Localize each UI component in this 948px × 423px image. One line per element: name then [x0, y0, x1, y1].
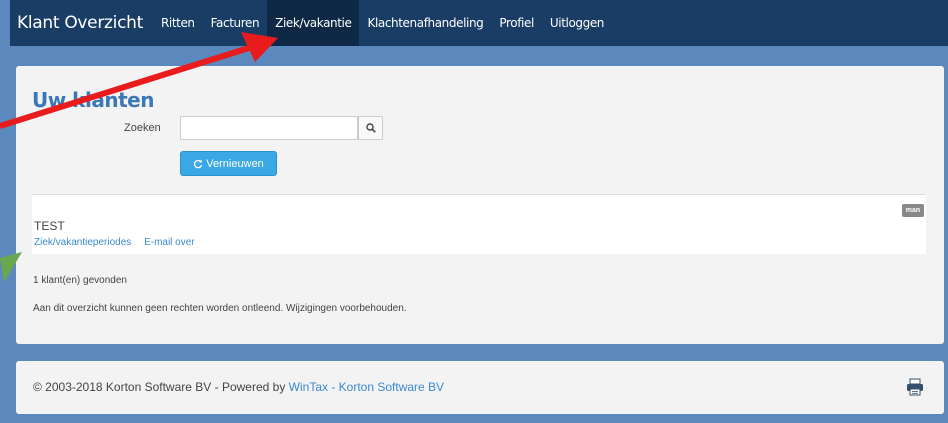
top-navbar: Klant Overzicht Ritten Facturen Ziek/vak… [10, 0, 948, 46]
nav-item-klachtenafhandeling[interactable]: Klachtenafhandeling [359, 0, 491, 46]
page-title: Uw klanten [32, 88, 154, 112]
copyright-text: © 2003-2018 Korton Software BV - Powered… [33, 380, 289, 394]
footer-text: © 2003-2018 Korton Software BV - Powered… [33, 380, 444, 394]
link-ziek-vakantieperiodes[interactable]: Ziek/vakantieperiodes [34, 237, 131, 248]
result-count: 1 klant(en) gevonden [33, 275, 127, 286]
search-button[interactable] [358, 116, 383, 140]
client-card: man TEST Ziek/vakantieperiodes E-mail ov… [32, 194, 926, 254]
nav-item-uitloggen[interactable]: Uitloggen [542, 0, 612, 46]
search-icon [365, 123, 376, 133]
client-name: TEST [34, 219, 65, 233]
refresh-icon [194, 159, 203, 168]
main-panel: Uw klanten Zoeken Vernieuwen man TEST Zi… [16, 66, 944, 344]
client-links: Ziek/vakantieperiodes E-mail over [34, 237, 205, 248]
nav-item-facturen[interactable]: Facturen [203, 0, 268, 46]
nav-item-ritten[interactable]: Ritten [153, 0, 203, 46]
disclaimer-text: Aan dit overzicht kunnen geen rechten wo… [33, 303, 407, 314]
nav-item-ziek-vakantie[interactable]: Ziek/vakantie [267, 0, 360, 46]
link-email-over[interactable]: E-mail over [144, 237, 195, 248]
footer: © 2003-2018 Korton Software BV - Powered… [16, 361, 944, 414]
search-input[interactable] [180, 116, 358, 140]
refresh-button[interactable]: Vernieuwen [180, 151, 277, 176]
nav-item-profiel[interactable]: Profiel [491, 0, 542, 46]
refresh-button-label: Vernieuwen [206, 157, 264, 170]
print-icon[interactable] [906, 378, 924, 396]
brand-title[interactable]: Klant Overzicht [10, 13, 153, 33]
footer-link[interactable]: WinTax - Korton Software BV [289, 380, 444, 394]
search-label: Zoeken [124, 122, 161, 134]
status-badge: man [902, 204, 924, 217]
